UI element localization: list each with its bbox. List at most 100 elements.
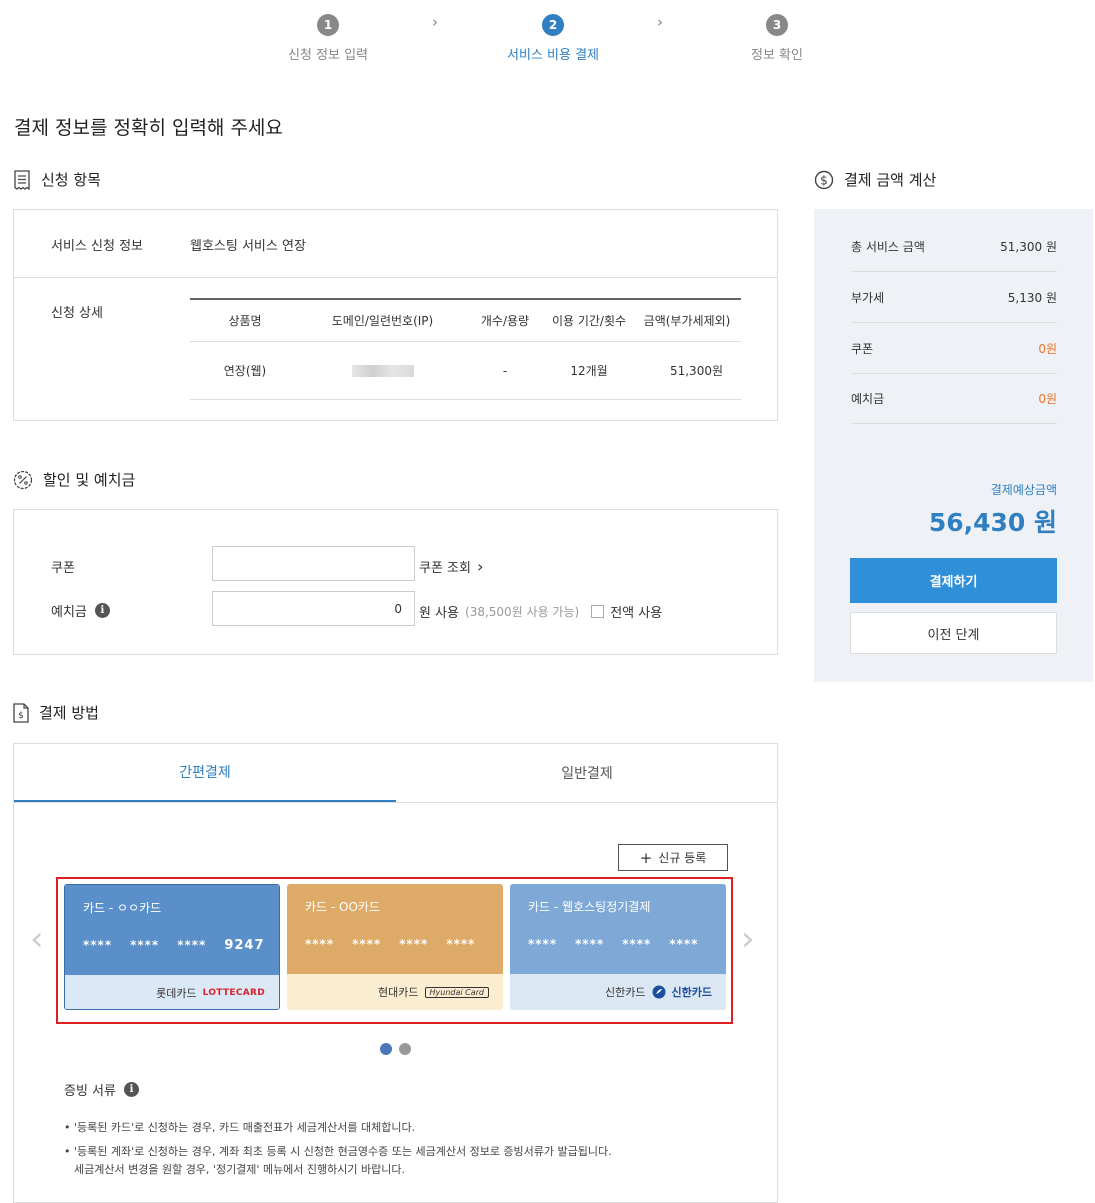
step-3-number: 3 xyxy=(766,14,788,36)
coupon-label: 쿠폰 xyxy=(51,561,75,576)
deposit-label: 예치금 xyxy=(51,605,87,620)
info-icon[interactable]: i xyxy=(94,603,110,618)
tab-divider xyxy=(14,802,777,803)
card-number-part: **** xyxy=(130,938,160,952)
proof-title-label: 증빙 서류 xyxy=(64,1084,116,1099)
card-name: 카드 - 웹호스팅정기결제 xyxy=(528,900,651,914)
shinhan-card-logo: 신한카드 xyxy=(671,986,712,999)
card-issuer: 신한카드 xyxy=(605,986,646,999)
shinhan-logo-icon xyxy=(652,985,666,999)
summary-label: 예치금 xyxy=(851,392,885,406)
card-hyundai-face: 카드 - OO카드 **** **** **** **** xyxy=(287,884,503,974)
summary-row-vat: 부가세 5,130 원 xyxy=(851,273,1057,323)
summary-label: 부가세 xyxy=(851,291,885,305)
lotte-card-logo: LOTTECARD xyxy=(202,988,265,998)
step-2-number: 2 xyxy=(542,14,564,36)
card-name: 카드 - OO카드 xyxy=(305,900,381,914)
step-2-label: 서비스 비용 결제 xyxy=(507,48,599,63)
discount-section-label: 할인 및 예치금 xyxy=(43,471,136,489)
discount-icon xyxy=(13,470,33,489)
new-register-label: 신규 등록 xyxy=(658,851,707,865)
service-value: 웹호스팅 서비스 연장 xyxy=(190,239,306,254)
new-register-button[interactable]: + 신규 등록 xyxy=(618,844,728,871)
chevron-right-icon: › xyxy=(657,13,663,31)
deposit-input[interactable]: 0 xyxy=(212,591,415,626)
cell-amount: 51,300원 xyxy=(669,364,723,378)
application-section-title: 신청 항목 xyxy=(13,169,101,190)
tab-easy-pay[interactable]: 간편결제 xyxy=(14,744,396,802)
payment-document-icon: $ xyxy=(13,702,29,723)
card-issuer: 롯데카드 xyxy=(156,987,197,1000)
cell-count: - xyxy=(502,363,508,378)
step-1: 1 신청 정보 입력 xyxy=(258,14,398,63)
card-name: 카드 - ㅇㅇ카드 xyxy=(83,901,162,915)
hyundai-card-logo: Hyundai Card xyxy=(424,986,489,998)
use-all-checkbox[interactable] xyxy=(591,605,605,618)
prev-step-button[interactable]: 이전 단계 xyxy=(850,612,1057,654)
card-shinhan-issuer: 신한카드 신한카드 xyxy=(510,974,726,1010)
col-domain: 도메인/일련번호(IP) xyxy=(331,314,434,328)
cell-domain xyxy=(300,364,465,378)
card-number-part: 9247 xyxy=(224,938,265,953)
summary-label: 총 서비스 금액 xyxy=(851,240,925,254)
deposit-unit: 원 사용 xyxy=(419,606,460,621)
summary-value: 5,130 원 xyxy=(1007,291,1057,305)
table-header: 상품명 도메인/일련번호(IP) 개수/용량 이용 기간/횟수 금액(부가세제외… xyxy=(190,300,741,342)
col-period: 이용 기간/횟수 xyxy=(551,314,627,328)
card-number-part: **** xyxy=(446,937,476,951)
card-number-part: **** xyxy=(352,937,382,951)
note-item: • '등록된 카드'로 신청하는 경우, 카드 매출전표가 세금계산서를 대체합… xyxy=(64,1121,416,1134)
note-text: '등록된 계좌'로 신청하는 경우, 계좌 최초 등록 시 신청한 현금영수증 … xyxy=(74,1145,612,1158)
summary-label: 쿠폰 xyxy=(851,342,874,356)
carousel-next-icon[interactable]: › xyxy=(741,922,755,956)
card-hyundai-issuer: 현대카드 Hyundai Card xyxy=(287,974,503,1010)
table-row: 연장(웹) - 12개월 51,300원 xyxy=(190,342,741,400)
carousel-dot-active[interactable] xyxy=(380,1043,392,1055)
card-number-part: **** xyxy=(177,938,207,952)
note-text: 세금계산서 변경을 원할 경우, '정기결제' 메뉴에서 진행하시기 바랍니다. xyxy=(74,1163,405,1176)
svg-text:$: $ xyxy=(820,173,828,187)
note-item: • '등록된 계좌'로 신청하는 경우, 계좌 최초 등록 시 신청한 현금영수… xyxy=(64,1145,612,1158)
deposit-label-wrap: 예치금 i xyxy=(51,601,110,620)
receipt-icon xyxy=(14,169,30,190)
cell-period: 12개월 xyxy=(570,364,608,378)
card-number-part: **** xyxy=(528,937,558,951)
carousel-prev-icon[interactable]: ‹ xyxy=(30,922,44,956)
carousel-dot[interactable] xyxy=(399,1043,411,1055)
card-hyundai[interactable]: 카드 - OO카드 **** **** **** **** 현대카드 Hyund… xyxy=(287,884,503,1010)
step-2: 2 서비스 비용 결제 xyxy=(483,14,623,63)
coupon-input[interactable] xyxy=(212,546,415,581)
step-3-label: 정보 확인 xyxy=(751,48,803,63)
use-all-label: 전액 사용 xyxy=(610,606,663,621)
plus-icon: + xyxy=(639,848,653,867)
detail-label: 신청 상세 xyxy=(51,306,103,321)
divider xyxy=(14,277,777,278)
card-number: **** **** **** 9247 xyxy=(83,938,265,953)
expected-amount: 56,430 원 xyxy=(928,508,1057,537)
card-number: **** **** **** **** xyxy=(305,937,485,951)
step-1-label: 신청 정보 입력 xyxy=(287,48,369,63)
card-lotte-face: 카드 - ㅇㅇ카드 **** **** **** 9247 xyxy=(65,885,279,975)
note-item: 세금계산서 변경을 원할 경우, '정기결제' 메뉴에서 진행하시기 바랍니다. xyxy=(64,1161,612,1179)
card-lotte[interactable]: 카드 - ㅇㅇ카드 **** **** **** 9247 롯데카드 LOTTE… xyxy=(64,884,280,1010)
card-number-part: **** xyxy=(575,937,605,951)
summary-section-title: $ 결제 금액 계산 xyxy=(814,169,936,190)
card-shinhan[interactable]: 카드 - 웹호스팅정기결제 **** **** **** **** 신한카드 신… xyxy=(510,884,726,1010)
coupon-lookup-link[interactable]: 쿠폰 조회 › xyxy=(419,557,484,577)
step-1-number: 1 xyxy=(317,14,339,36)
info-icon[interactable]: i xyxy=(123,1082,139,1097)
col-product: 상품명 xyxy=(228,314,262,328)
dollar-icon: $ xyxy=(814,170,834,189)
svg-text:$: $ xyxy=(18,711,24,721)
summary-row-coupon: 쿠폰 0원 xyxy=(851,324,1057,374)
chevron-right-icon: › xyxy=(476,557,484,576)
tab-general-pay[interactable]: 일반결제 xyxy=(396,744,778,802)
summary-row-total: 총 서비스 금액 51,300 원 xyxy=(851,222,1057,272)
summary-section-label: 결제 금액 계산 xyxy=(844,171,937,189)
payment-section-title: $ 결제 방법 xyxy=(13,702,99,723)
pay-button[interactable]: 결제하기 xyxy=(850,558,1057,603)
card-issuer: 현대카드 xyxy=(378,986,419,999)
card-number-part: **** xyxy=(83,938,113,952)
payment-section-label: 결제 방법 xyxy=(39,704,99,722)
blurred-domain xyxy=(351,365,414,377)
